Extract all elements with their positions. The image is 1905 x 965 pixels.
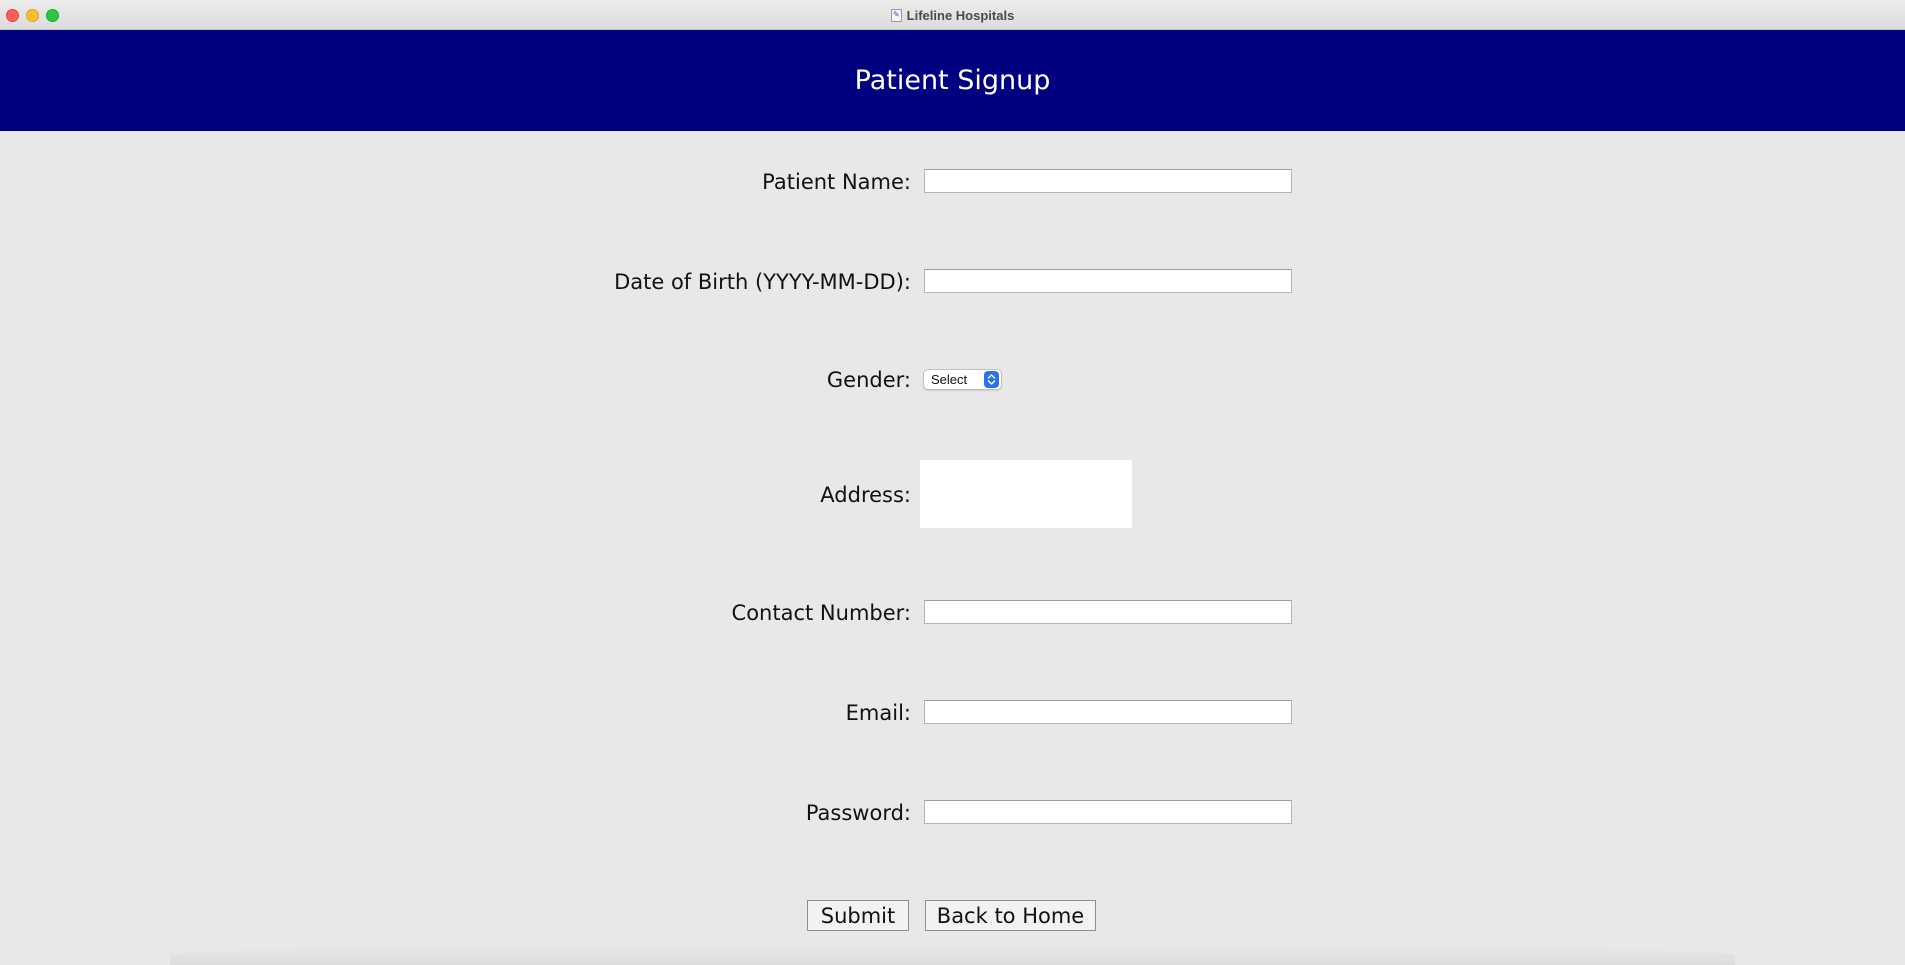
- address-label: Address:: [820, 483, 911, 507]
- back-to-home-button[interactable]: Back to Home: [925, 900, 1096, 931]
- title-bar[interactable]: ✎ Lifeline Hospitals: [0, 0, 1905, 30]
- app-window: ✎ Lifeline Hospitals Patient Signup Pati…: [0, 0, 1905, 965]
- window-bottom-shadow: [170, 945, 1735, 965]
- window-title-group: ✎ Lifeline Hospitals: [0, 0, 1905, 30]
- email-label: Email:: [845, 701, 911, 725]
- password-input[interactable]: [924, 800, 1292, 824]
- patient-name-label: Patient Name:: [762, 170, 911, 194]
- password-label: Password:: [805, 801, 911, 825]
- email-input[interactable]: [924, 700, 1292, 724]
- submit-button[interactable]: Submit: [807, 900, 909, 931]
- gender-select[interactable]: Select: [923, 369, 1002, 390]
- page-title: Patient Signup: [854, 65, 1051, 96]
- gender-label: Gender:: [826, 368, 911, 392]
- window-title: Lifeline Hospitals: [906, 7, 1015, 23]
- page-header: Patient Signup: [0, 30, 1905, 131]
- dob-input[interactable]: [924, 269, 1292, 293]
- contact-number-label: Contact Number:: [731, 601, 911, 625]
- address-textarea[interactable]: [920, 460, 1132, 528]
- chevron-updown-icon: [984, 371, 999, 388]
- contact-number-input[interactable]: [924, 600, 1292, 624]
- feather-icon: ✎: [890, 8, 902, 22]
- dob-label: Date of Birth (YYYY-MM-DD):: [614, 270, 911, 294]
- patient-name-input[interactable]: [924, 169, 1292, 193]
- gender-select-value: Select: [931, 372, 968, 387]
